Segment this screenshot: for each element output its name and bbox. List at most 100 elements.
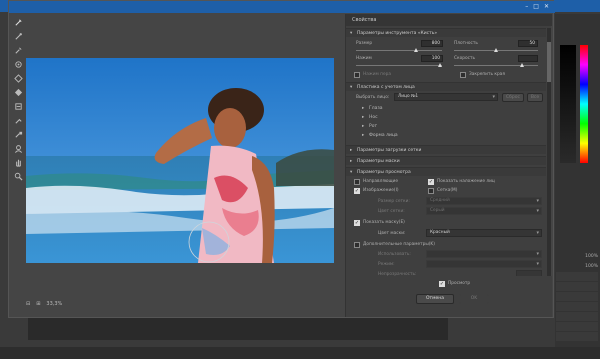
mesh-size-label: Размер сетки: xyxy=(378,199,410,204)
pin-edges-label: Закрепить края xyxy=(469,72,505,77)
liquify-toolbar xyxy=(11,15,25,181)
brush-pressure-label: Нажим xyxy=(356,56,372,61)
zoom-icon[interactable] xyxy=(11,169,25,183)
face-all-button[interactable]: Все xyxy=(527,93,543,102)
show-image-checkbox[interactable]: ✓ xyxy=(354,188,360,194)
backdrop-mode-label: Режим: xyxy=(378,262,395,267)
panel-scrollbar-thumb[interactable] xyxy=(547,42,551,82)
section-load-mesh[interactable]: ▸ Параметры загрузки сетки xyxy=(346,145,546,154)
backdrop-use-label: Использовать: xyxy=(378,252,411,257)
show-face-overlay-checkbox[interactable]: ✓ xyxy=(428,179,434,185)
brush-rate-label: Скорость xyxy=(454,56,475,61)
select-face-dropdown[interactable]: Лицо №1 ▾ xyxy=(394,93,498,101)
brush-density-input[interactable]: 50 xyxy=(518,40,538,47)
section-face-aware-liquify[interactable]: ▾ Пластика с учетом лица xyxy=(346,82,546,91)
freeze-mask-icon[interactable] xyxy=(11,113,25,127)
face-nose-item[interactable]: ▸ Нос xyxy=(362,114,378,122)
chevron-down-icon: ▾ xyxy=(536,198,539,204)
bloat-icon[interactable] xyxy=(11,85,25,99)
hue-slider[interactable] xyxy=(580,45,588,163)
brush-pressure-slider[interactable] xyxy=(356,62,442,68)
face-reset-button[interactable]: Сброс xyxy=(502,93,524,102)
section-mask-options[interactable]: ▸ Параметры маски xyxy=(346,156,546,165)
zoom-bar: ⊟ ⊞ 33,3% xyxy=(26,300,106,308)
stylus-pressure-checkbox[interactable] xyxy=(354,72,360,78)
chevron-down-icon: ▾ xyxy=(536,230,539,236)
face-eyes-label: Глаза xyxy=(369,106,383,111)
backdrop-use-dropdown[interactable]: ▾ xyxy=(426,250,542,258)
section-view-options[interactable]: ▾ Параметры просмотра xyxy=(346,167,546,176)
select-face-label: Выбрать лицо: xyxy=(356,95,390,100)
smooth-icon[interactable] xyxy=(11,43,25,57)
properties-panel: Свойства ▾ Параметры инструмента «Кисть» … xyxy=(345,14,552,317)
show-mesh-checkbox[interactable] xyxy=(428,188,434,194)
expand-chevron-icon: ▸ xyxy=(362,115,365,120)
mask-color-value: Красный xyxy=(430,230,450,235)
show-guides-label: Направляющие xyxy=(363,179,398,184)
mesh-color-value: Серый xyxy=(430,208,445,213)
push-left-icon[interactable] xyxy=(11,99,25,113)
window-controls: – □ ✕ xyxy=(525,3,549,10)
section-title: Параметры загрузки сетки xyxy=(357,148,422,153)
show-backdrop-checkbox[interactable] xyxy=(354,242,360,248)
layers-list[interactable] xyxy=(556,272,598,342)
fill-value[interactable]: 100% xyxy=(585,264,598,269)
opacity-row[interactable]: 100% xyxy=(556,252,600,260)
close-button[interactable]: ✕ xyxy=(544,3,549,10)
preview-label: Просмотр xyxy=(448,281,471,286)
brush-pressure-input[interactable]: 100 xyxy=(421,55,443,62)
face-mouth-item[interactable]: ▸ Рот xyxy=(362,123,377,131)
fill-row[interactable]: 100% xyxy=(556,262,600,270)
show-mesh-label: Сетка(M) xyxy=(437,188,458,193)
brush-density-slider[interactable] xyxy=(454,47,538,53)
liquify-dialog: – □ ✕ ⊟ ⊞ 33,3% Свойства ▾ Параметры инс… xyxy=(8,0,555,318)
thaw-mask-icon[interactable] xyxy=(11,127,25,141)
section-title: Параметры маски xyxy=(357,159,400,164)
chevron-down-icon: ▾ xyxy=(492,94,495,100)
color-picker-field[interactable] xyxy=(560,45,576,163)
show-mask-checkbox[interactable]: ✓ xyxy=(354,220,360,226)
mesh-color-label: Цвет сетки: xyxy=(378,209,405,214)
ok-button[interactable]: OK xyxy=(459,294,489,304)
pucker-icon[interactable] xyxy=(11,71,25,85)
maximize-button[interactable]: □ xyxy=(533,3,539,10)
collapse-chevron-icon: ▸ xyxy=(350,148,353,153)
mask-color-dropdown[interactable]: Красный ▾ xyxy=(426,229,542,237)
mesh-color-dropdown[interactable]: Серый ▾ xyxy=(426,207,542,215)
section-title: Параметры просмотра xyxy=(357,170,411,175)
cancel-button[interactable]: Отмена xyxy=(416,294,454,304)
face-mouth-label: Рот xyxy=(369,124,378,129)
zoom-in-icon[interactable]: ⊞ xyxy=(36,301,40,307)
face-tool-icon[interactable] xyxy=(11,141,25,155)
brush-rate-slider[interactable] xyxy=(454,62,538,68)
minimize-button[interactable]: – xyxy=(525,3,528,10)
preview-checkbox[interactable]: ✓ xyxy=(439,281,445,287)
pin-edges-checkbox[interactable] xyxy=(460,72,466,78)
face-eyes-item[interactable]: ▸ Глаза xyxy=(362,105,383,113)
hand-icon[interactable] xyxy=(11,155,25,169)
backdrop-mode-dropdown[interactable]: ▾ xyxy=(426,260,542,268)
mask-color-label: Цвет маски: xyxy=(378,231,406,236)
panel-title: Свойства xyxy=(346,14,552,26)
brush-rate-input[interactable] xyxy=(518,55,538,62)
twirl-icon[interactable] xyxy=(11,57,25,71)
zoom-out-icon[interactable]: ⊟ xyxy=(26,301,30,307)
face-shape-item[interactable]: ▸ Форма лица xyxy=(362,132,398,140)
section-brush-tool-options[interactable]: ▾ Параметры инструмента «Кисть» xyxy=(346,28,546,37)
collapse-chevron-icon: ▸ xyxy=(350,159,353,164)
opacity-value[interactable]: 100% xyxy=(585,254,598,259)
brush-size-slider[interactable] xyxy=(356,47,442,53)
show-backdrop-label: Дополнительные параметры(K) xyxy=(363,242,435,247)
mesh-size-dropdown[interactable]: Средний ▾ xyxy=(426,197,542,205)
preview-image[interactable] xyxy=(26,58,334,263)
brush-size-input[interactable]: 800 xyxy=(421,40,443,47)
section-title: Пластика с учетом лица xyxy=(357,85,415,90)
forward-warp-icon[interactable] xyxy=(11,15,25,29)
expand-chevron-icon: ▾ xyxy=(350,31,353,36)
expand-chevron-icon: ▾ xyxy=(350,170,353,175)
zoom-level[interactable]: 33,3% xyxy=(46,301,62,307)
expand-chevron-icon: ▾ xyxy=(350,85,353,90)
face-nose-label: Нос xyxy=(369,115,378,120)
reconstruct-icon[interactable] xyxy=(11,29,25,43)
show-guides-checkbox[interactable] xyxy=(354,179,360,185)
